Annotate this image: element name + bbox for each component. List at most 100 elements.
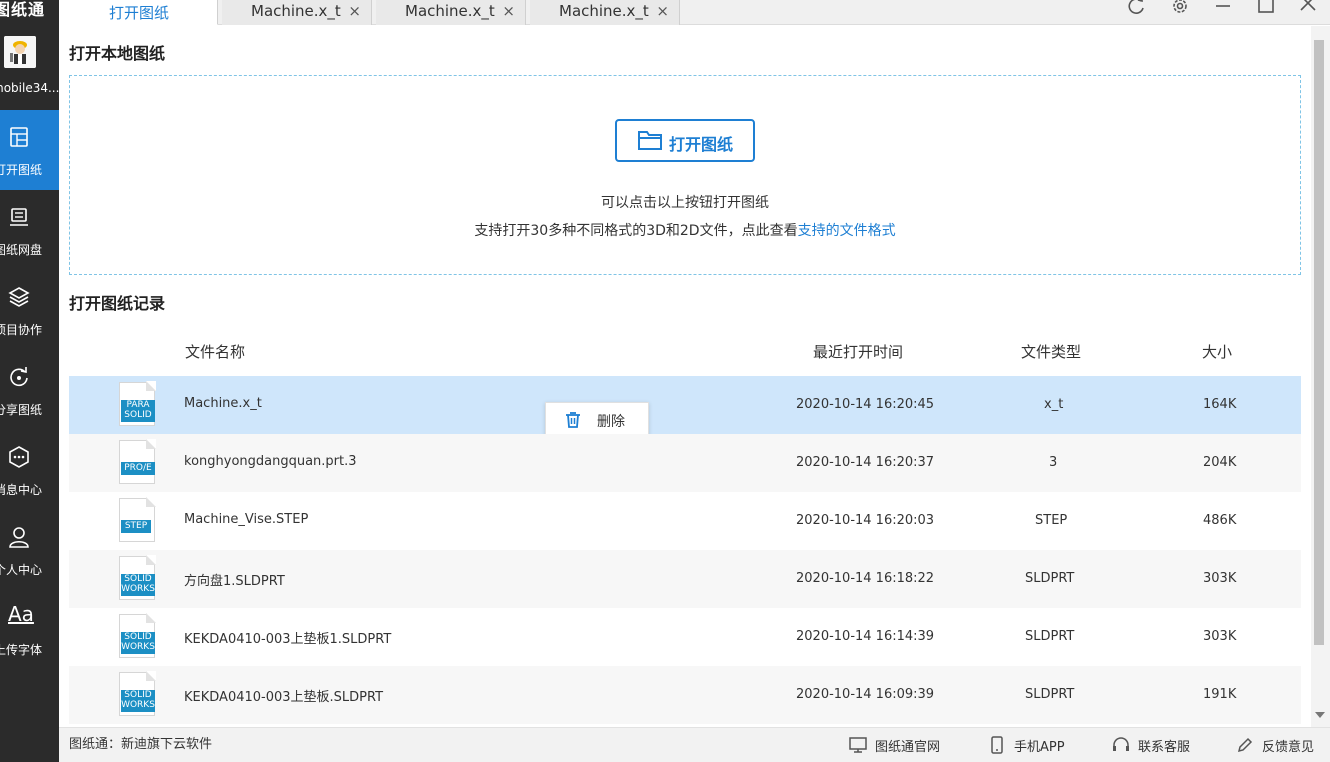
gear-icon[interactable] xyxy=(1170,0,1190,16)
format-hint-text: 支持打开30多种不同格式的3D和2D文件，点此查看 xyxy=(474,223,798,239)
link-label: 反馈意见 xyxy=(1262,740,1315,755)
proe-file-icon: PRO/E xyxy=(119,439,156,484)
scrollbar-thumb[interactable] xyxy=(1314,40,1324,645)
sidebar-item-project[interactable]: 项目协作 xyxy=(0,270,59,350)
file-size: 204K xyxy=(1203,455,1237,470)
sidebar-item-label: 图纸网盘 xyxy=(0,243,43,257)
open-drawing-button[interactable]: 打开图纸 xyxy=(615,119,755,162)
tab-machine-3[interactable]: Machine.x_t × xyxy=(530,0,680,25)
file-name[interactable]: KEKDA0410-003上垫板.SLDPRT xyxy=(184,686,383,705)
sidebar: 图纸通 mobile34... 打开图纸 图纸网盘 项目协作 分享图纸 消息中心… xyxy=(0,0,59,762)
user-icon xyxy=(9,527,29,548)
refresh-icon[interactable] xyxy=(1126,0,1146,16)
file-type: 3 xyxy=(1049,455,1058,470)
column-header-type[interactable]: 文件类型 xyxy=(1021,341,1081,362)
vertical-scrollbar[interactable] xyxy=(1311,26,1330,727)
sidebar-item-upload-font[interactable]: Aa 上传字体 xyxy=(0,590,59,670)
solidworks-file-icon: SOLID WORKS xyxy=(119,613,156,658)
sidebar-item-profile[interactable]: 个人中心 xyxy=(0,510,59,590)
link-label: 联系客服 xyxy=(1138,740,1191,755)
file-type: SLDPRT xyxy=(1025,571,1075,586)
close-icon[interactable]: × xyxy=(656,2,669,20)
scroll-down-icon[interactable] xyxy=(1315,712,1325,718)
cloud-disk-icon xyxy=(10,208,28,226)
file-name[interactable]: Machine_Vise.STEP xyxy=(184,512,308,527)
table-row[interactable]: SOLID WORKS KEKDA0410-003上垫板1.SLDPRT 2020… xyxy=(69,608,1301,666)
step-file-icon: STEP xyxy=(119,497,156,542)
file-name[interactable]: Machine.x_t xyxy=(184,396,262,411)
delete-label: 删除 xyxy=(597,414,625,430)
open-drawing-button-label: 打开图纸 xyxy=(669,135,734,154)
sidebar-item-cloud-disk[interactable]: 图纸网盘 xyxy=(0,190,59,270)
file-name[interactable]: 方向盘1.SLDPRT xyxy=(184,570,285,589)
file-size: 486K xyxy=(1203,513,1237,528)
open-drawing-icon xyxy=(10,127,28,147)
file-size: 303K xyxy=(1203,571,1237,586)
monitor-icon xyxy=(849,737,867,753)
close-icon[interactable]: × xyxy=(348,2,361,20)
column-header-name[interactable]: 文件名称 xyxy=(185,341,245,362)
history-title: 打开图纸记录 xyxy=(69,294,166,313)
supported-formats-link[interactable]: 支持的文件格式 xyxy=(798,223,896,239)
table-row[interactable]: PRO/E konghyongdangquan.prt.3 2020-10-14… xyxy=(69,434,1301,492)
link-label: 手机APP xyxy=(1014,740,1065,755)
table-row[interactable]: SOLID WORKS KEKDA0410-003上垫板.SLDPRT 2020-… xyxy=(69,666,1301,724)
sidebar-item-label: 上传字体 xyxy=(0,643,43,657)
parasolid-file-icon: PARA SOLID xyxy=(119,381,156,426)
sidebar-item-open-drawing[interactable]: 打开图纸 xyxy=(0,110,59,190)
phone-icon xyxy=(991,736,1003,754)
file-type: SLDPRT xyxy=(1025,629,1075,644)
headset-icon xyxy=(1113,737,1129,751)
file-type: STEP xyxy=(1035,513,1068,528)
sidebar-item-messages[interactable]: 消息中心 xyxy=(0,430,59,510)
file-name[interactable]: KEKDA0410-003上垫板1.SLDPRT xyxy=(184,628,391,647)
file-size: 164K xyxy=(1203,397,1237,412)
close-icon[interactable]: × xyxy=(502,2,515,20)
file-size: 303K xyxy=(1203,629,1237,644)
file-name[interactable]: konghyongdangquan.prt.3 xyxy=(184,454,357,469)
tab-label: 打开图纸 xyxy=(109,4,170,22)
tab-label: Machine.x_t xyxy=(251,2,341,20)
tab-machine-2[interactable]: Machine.x_t × xyxy=(376,0,526,25)
status-bar: 图纸通：新迪旗下云软件 图纸通官网 手机APP 联系客服 反馈意见 xyxy=(59,727,1330,762)
message-icon xyxy=(9,446,29,468)
open-time: 2020-10-14 16:18:22 xyxy=(796,571,935,586)
table-row[interactable]: SOLID WORKS 方向盘1.SLDPRT 2020-10-14 16:18:… xyxy=(69,550,1301,608)
tab-label: Machine.x_t xyxy=(559,2,649,20)
solidworks-file-icon: SOLID WORKS xyxy=(119,671,156,716)
open-time: 2020-10-14 16:20:03 xyxy=(796,513,935,528)
main-content: 打开本地图纸 打开图纸 可以点击以上按钮打开图纸 支持打开30多种不同格式的3D… xyxy=(59,26,1311,727)
open-time: 2020-10-14 16:14:39 xyxy=(796,629,935,644)
open-time: 2020-10-14 16:20:37 xyxy=(796,455,935,470)
tab-open-drawing[interactable]: 打开图纸 xyxy=(59,0,218,25)
tab-machine-1[interactable]: Machine.x_t × xyxy=(222,0,372,25)
column-header-size[interactable]: 大小 xyxy=(1202,341,1232,362)
sidebar-item-label: 打开图纸 xyxy=(0,163,43,177)
folder-icon xyxy=(638,131,662,150)
table-row[interactable]: STEP Machine_Vise.STEP 2020-10-14 16:20:… xyxy=(69,492,1301,550)
sidebar-item-label: 分享图纸 xyxy=(0,403,43,417)
format-hint: 支持打开30多种不同格式的3D和2D文件，点此查看支持的文件格式 xyxy=(70,220,1300,240)
close-window-icon[interactable] xyxy=(1298,0,1318,16)
tab-label: Machine.x_t xyxy=(405,2,495,20)
open-time: 2020-10-14 16:09:39 xyxy=(796,687,935,702)
username[interactable]: mobile34... xyxy=(0,81,59,95)
app-brand: 图纸通 xyxy=(0,0,46,19)
maximize-icon[interactable] xyxy=(1256,0,1276,16)
trash-icon xyxy=(566,412,580,428)
minimize-icon[interactable] xyxy=(1213,0,1233,16)
table-row[interactable]: PARA SOLID Machine.x_t 2020-10-14 16:20:4… xyxy=(69,376,1301,436)
avatar[interactable] xyxy=(4,36,36,68)
open-hint: 可以点击以上按钮打开图纸 xyxy=(601,195,769,211)
pen-icon xyxy=(1237,737,1253,753)
link-label: 图纸通官网 xyxy=(875,740,941,755)
drop-zone[interactable]: 打开图纸 可以点击以上按钮打开图纸 支持打开30多种不同格式的3D和2D文件，点… xyxy=(69,75,1301,275)
open-local-title: 打开本地图纸 xyxy=(69,44,166,63)
layers-icon xyxy=(8,287,30,307)
sidebar-item-share[interactable]: 分享图纸 xyxy=(0,350,59,430)
delete-menu-item[interactable]: 删除 xyxy=(545,402,649,436)
column-header-time[interactable]: 最近打开时间 xyxy=(813,341,903,362)
sidebar-item-label: 个人中心 xyxy=(0,563,43,577)
sidebar-item-label: 消息中心 xyxy=(0,483,43,497)
status-text: 图纸通：新迪旗下云软件 xyxy=(69,737,213,752)
